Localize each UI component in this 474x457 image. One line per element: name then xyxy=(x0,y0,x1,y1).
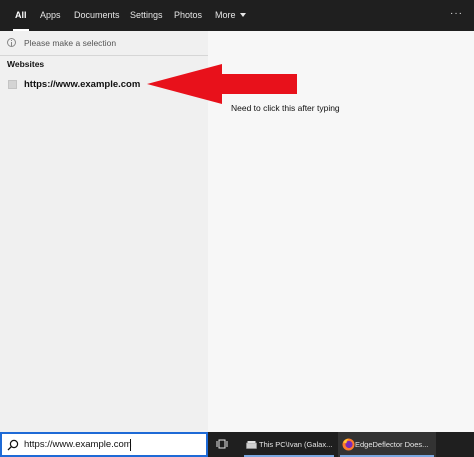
search-input[interactable]: https://www.example.com xyxy=(0,432,208,457)
taskbar-firefox[interactable]: EdgeDeflector Does... xyxy=(338,432,436,457)
red-arrow-annotation xyxy=(147,64,297,104)
arrow-shape xyxy=(147,64,297,104)
search-icon xyxy=(7,439,19,451)
task-view-icon[interactable] xyxy=(216,438,228,450)
taskbar: https://www.example.com This PC\Ivan (Ga… xyxy=(0,432,474,457)
taskbar-explorer-label: This PC\Ivan (Galax... xyxy=(259,440,333,449)
file-explorer-icon xyxy=(246,441,257,449)
taskbar-firefox-label: EdgeDeflector Does... xyxy=(355,440,429,449)
taskbar-file-explorer[interactable]: This PC\Ivan (Galax... xyxy=(242,432,336,457)
text-cursor xyxy=(130,439,131,451)
firefox-icon xyxy=(342,438,355,451)
search-input-value: https://www.example.com xyxy=(24,439,132,450)
